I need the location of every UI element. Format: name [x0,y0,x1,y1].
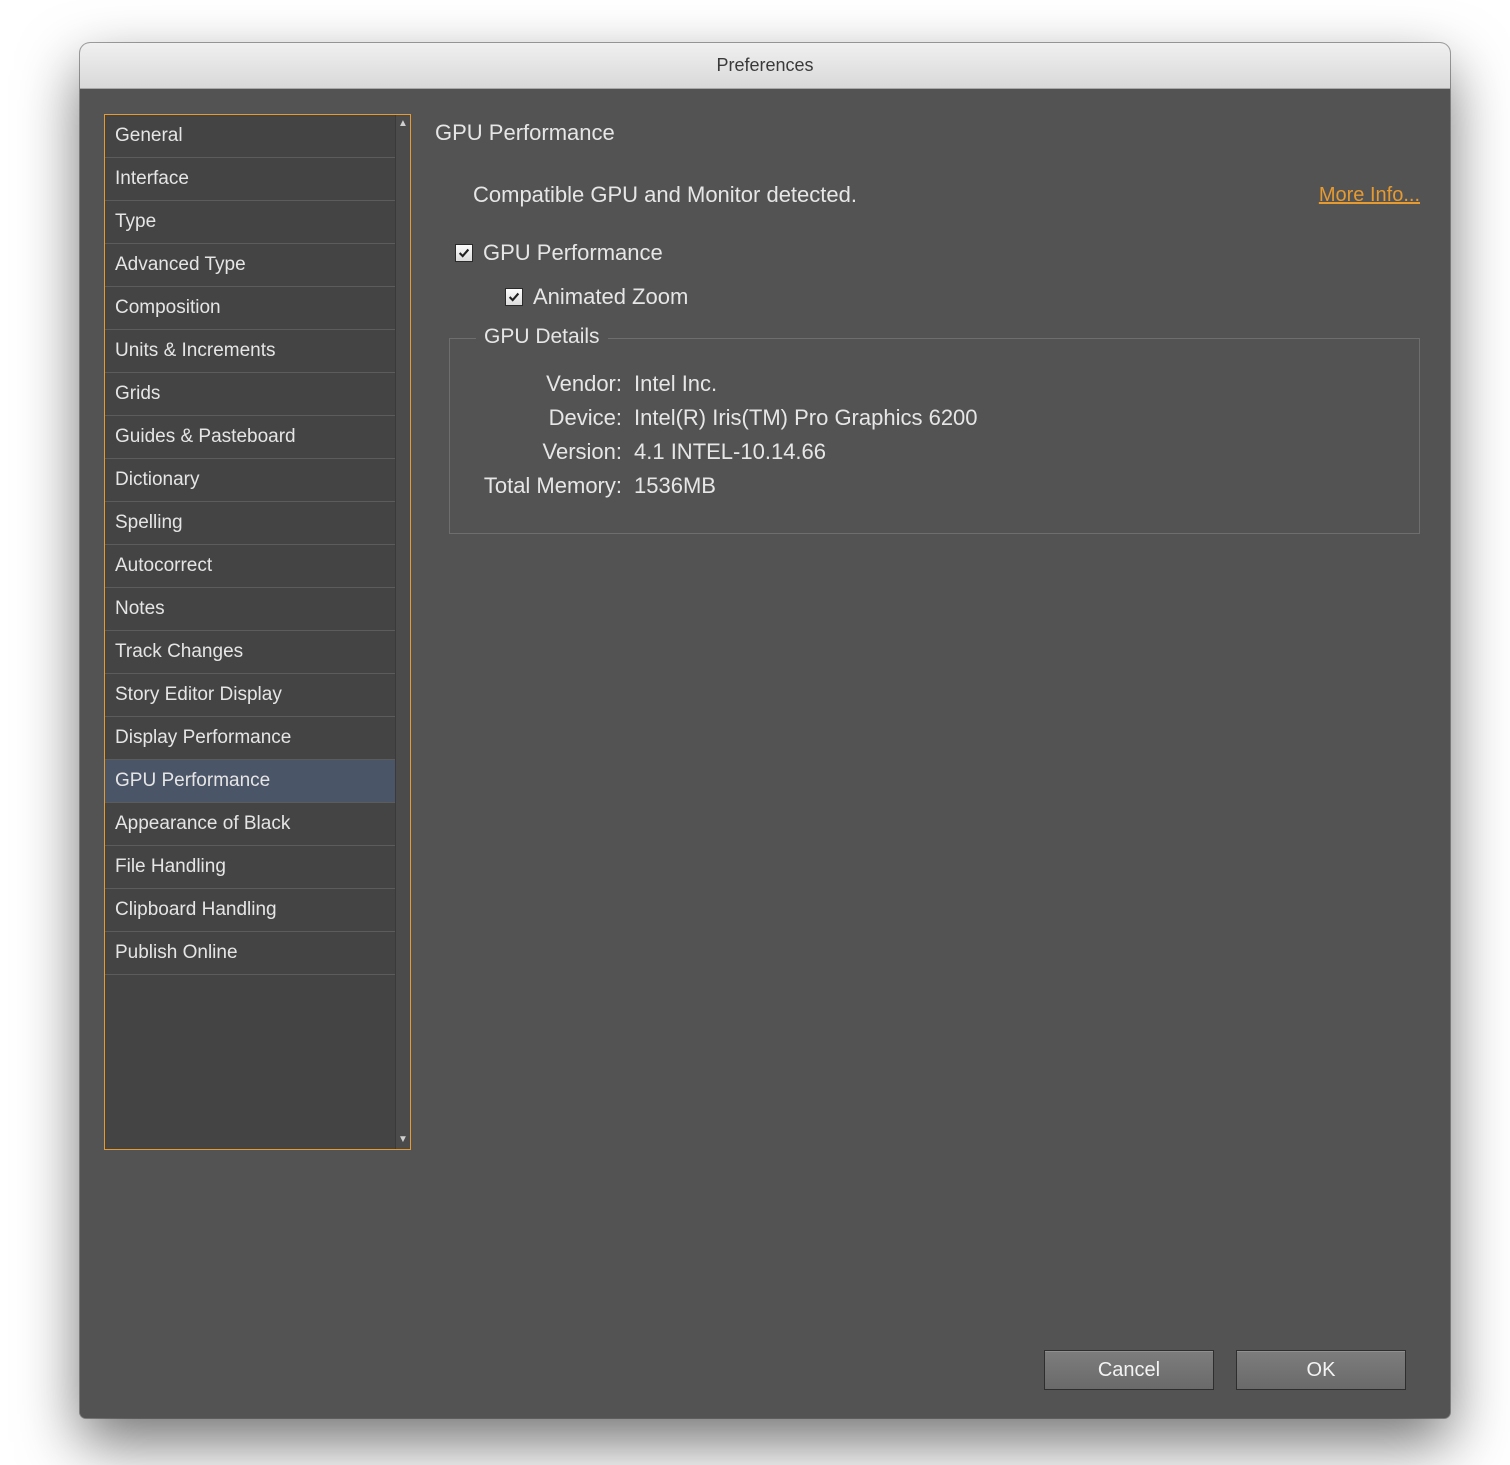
sidebar-item-label: Interface [115,168,189,190]
kv-value: Intel(R) Iris(TM) Pro Graphics 6200 [630,405,978,431]
sidebar-item-guides-pasteboard[interactable]: Guides & Pasteboard [105,416,395,459]
window-body: General Interface Type Advanced Type Com… [80,89,1450,1322]
fieldset-legend: GPU Details [476,325,608,349]
sidebar-item-composition[interactable]: Composition [105,287,395,330]
ok-button[interactable]: OK [1236,1350,1406,1390]
sidebar-item-dictionary[interactable]: Dictionary [105,459,395,502]
sidebar-item-units-increments[interactable]: Units & Increments [105,330,395,373]
sidebar-item-grids[interactable]: Grids [105,373,395,416]
checkbox-label: Animated Zoom [533,284,688,310]
sidebar-item-label: Clipboard Handling [115,899,277,921]
preferences-window: Preferences General Interface Type Advan… [80,43,1450,1418]
sidebar-item-appearance-of-black[interactable]: Appearance of Black [105,803,395,846]
kv-value: 4.1 INTEL-10.14.66 [630,439,826,465]
sidebar-item-file-handling[interactable]: File Handling [105,846,395,889]
sidebar-item-label: General [115,125,183,147]
sidebar-item-clipboard-handling[interactable]: Clipboard Handling [105,889,395,932]
sidebar: General Interface Type Advanced Type Com… [104,114,411,1150]
gpu-performance-checkbox-row[interactable]: GPU Performance [435,240,1420,266]
sidebar-item-label: Advanced Type [115,254,246,276]
sidebar-item-publish-online[interactable]: Publish Online [105,932,395,975]
kv-version: Version: 4.1 INTEL-10.14.66 [470,439,1399,465]
kv-key: Vendor: [470,371,630,397]
footer: Cancel OK [80,1322,1450,1418]
more-info-link[interactable]: More Info... [1319,184,1420,207]
sidebar-item-type[interactable]: Type [105,201,395,244]
window-client: General Interface Type Advanced Type Com… [80,89,1450,1418]
kv-total-memory: Total Memory: 1536MB [470,473,1399,499]
cancel-button[interactable]: Cancel [1044,1350,1214,1390]
sidebar-item-label: Publish Online [115,942,238,964]
sidebar-item-label: Appearance of Black [115,813,290,835]
sidebar-item-label: Autocorrect [115,555,212,577]
kv-device: Device: Intel(R) Iris(TM) Pro Graphics 6… [470,405,1399,431]
button-label: Cancel [1098,1359,1160,1382]
sidebar-list: General Interface Type Advanced Type Com… [105,115,395,1149]
scroll-down-icon[interactable]: ▼ [396,1133,410,1147]
sidebar-item-label: Type [115,211,156,233]
kv-key: Total Memory: [470,473,630,499]
titlebar[interactable]: Preferences [80,43,1450,89]
sidebar-item-label: Composition [115,297,221,319]
button-label: OK [1307,1359,1336,1382]
sidebar-item-interface[interactable]: Interface [105,158,395,201]
checkbox-icon[interactable] [455,244,473,262]
sidebar-item-general[interactable]: General [105,115,395,158]
checkbox-label: GPU Performance [483,240,663,266]
kv-vendor: Vendor: Intel Inc. [470,371,1399,397]
sidebar-item-autocorrect[interactable]: Autocorrect [105,545,395,588]
kv-value: 1536MB [630,473,716,499]
sidebar-item-display-performance[interactable]: Display Performance [105,717,395,760]
checkbox-icon[interactable] [505,288,523,306]
sidebar-item-label: Spelling [115,512,183,534]
sidebar-item-gpu-performance[interactable]: GPU Performance [105,760,395,803]
sidebar-item-track-changes[interactable]: Track Changes [105,631,395,674]
scroll-up-icon[interactable]: ▲ [396,117,410,131]
sidebar-item-label: Grids [115,383,160,405]
panel-gpu-performance: GPU Performance Compatible GPU and Monit… [435,114,1420,1322]
sidebar-item-label: Story Editor Display [115,684,282,706]
kv-key: Device: [470,405,630,431]
sidebar-item-spelling[interactable]: Spelling [105,502,395,545]
sidebar-item-label: Dictionary [115,469,199,491]
kv-value: Intel Inc. [630,371,717,397]
sidebar-item-advanced-type[interactable]: Advanced Type [105,244,395,287]
window-title: Preferences [716,55,813,76]
panel-title: GPU Performance [435,120,1420,146]
sidebar-item-label: File Handling [115,856,226,878]
sidebar-scrollbar[interactable]: ▲ ▼ [395,115,410,1149]
sidebar-item-label: Units & Increments [115,340,276,362]
sidebar-item-label: Display Performance [115,727,291,749]
sidebar-item-notes[interactable]: Notes [105,588,395,631]
compat-text: Compatible GPU and Monitor detected. [473,182,857,208]
sidebar-item-story-editor-display[interactable]: Story Editor Display [105,674,395,717]
compat-row: Compatible GPU and Monitor detected. Mor… [435,182,1420,208]
sidebar-item-label: Notes [115,598,165,620]
animated-zoom-checkbox-row[interactable]: Animated Zoom [435,284,1420,310]
kv-key: Version: [470,439,630,465]
sidebar-item-label: GPU Performance [115,770,270,792]
gpu-details-fieldset: GPU Details Vendor: Intel Inc. Device: I… [449,338,1420,534]
sidebar-item-label: Guides & Pasteboard [115,426,296,448]
sidebar-item-label: Track Changes [115,641,243,663]
